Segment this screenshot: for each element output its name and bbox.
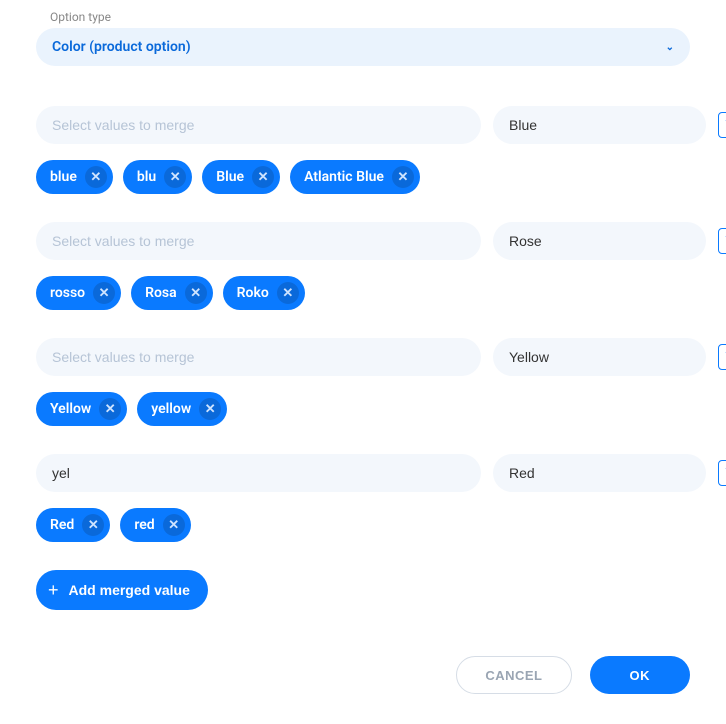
chip-remove-icon[interactable]: ✕ [93, 282, 115, 304]
chip-row: Red ✕ red ✕ [36, 508, 690, 542]
value-chip: Red ✕ [36, 508, 110, 542]
chip-label: Blue [216, 169, 244, 185]
chevron-down-icon: ⌄ [666, 42, 674, 53]
value-chip: blue ✕ [36, 160, 113, 194]
chip-row: Yellow ✕ yellow ✕ [36, 392, 690, 426]
chip-remove-icon[interactable]: ✕ [99, 398, 121, 420]
chip-remove-icon[interactable]: ✕ [185, 282, 207, 304]
delete-group-button[interactable] [718, 344, 726, 370]
chip-row: blue ✕ blu ✕ Blue ✕ Atlantic Blue ✕ [36, 160, 690, 194]
chip-label: blu [137, 169, 156, 185]
merge-group-row [36, 222, 690, 260]
value-chip: Roko ✕ [223, 276, 305, 310]
chip-label: Yellow [50, 401, 91, 417]
plus-icon: + [48, 581, 59, 599]
chip-remove-icon[interactable]: ✕ [392, 166, 414, 188]
add-button-label: Add merged value [69, 582, 190, 598]
merge-group-row [36, 338, 690, 376]
merge-group-row [36, 454, 690, 492]
merge-group: rosso ✕ Rosa ✕ Roko ✕ [36, 222, 690, 310]
chip-label: Rosa [145, 285, 177, 301]
merge-group: Yellow ✕ yellow ✕ [36, 338, 690, 426]
merged-name-input[interactable] [493, 454, 706, 492]
chip-remove-icon[interactable]: ✕ [164, 166, 186, 188]
value-chip: Blue ✕ [202, 160, 280, 194]
chip-label: rosso [50, 285, 85, 301]
delete-group-button[interactable] [718, 228, 726, 254]
option-type-select[interactable]: Color (product option) ⌄ [36, 28, 690, 66]
chip-label: yellow [151, 401, 191, 417]
delete-group-button[interactable] [718, 112, 726, 138]
value-chip: blu ✕ [123, 160, 192, 194]
merge-values-input[interactable] [36, 106, 481, 144]
merged-name-input[interactable] [493, 222, 706, 260]
chip-remove-icon[interactable]: ✕ [82, 514, 104, 536]
value-chip: yellow ✕ [137, 392, 227, 426]
option-type-value: Color (product option) [52, 39, 191, 55]
merged-name-input[interactable] [493, 338, 706, 376]
merge-values-input[interactable] [36, 454, 481, 492]
cancel-button[interactable]: CANCEL [456, 656, 571, 694]
chip-remove-icon[interactable]: ✕ [163, 514, 185, 536]
add-merged-value-button[interactable]: + Add merged value [36, 570, 208, 610]
value-chip: Atlantic Blue ✕ [290, 160, 420, 194]
chip-label: Red [50, 517, 74, 533]
merge-group: blue ✕ blu ✕ Blue ✕ Atlantic Blue ✕ [36, 106, 690, 194]
chip-label: blue [50, 169, 77, 185]
merge-group: Red ✕ red ✕ [36, 454, 690, 542]
option-type-label: Option type [50, 10, 690, 24]
chip-remove-icon[interactable]: ✕ [252, 166, 274, 188]
value-chip: Rosa ✕ [131, 276, 213, 310]
chip-remove-icon[interactable]: ✕ [277, 282, 299, 304]
value-chip: Yellow ✕ [36, 392, 127, 426]
chip-remove-icon[interactable]: ✕ [85, 166, 107, 188]
value-chip: rosso ✕ [36, 276, 121, 310]
merge-values-input[interactable] [36, 222, 481, 260]
merge-values-input[interactable] [36, 338, 481, 376]
merged-name-input[interactable] [493, 106, 706, 144]
merge-group-row [36, 106, 690, 144]
ok-button[interactable]: OK [590, 656, 691, 694]
chip-label: red [134, 517, 154, 533]
chip-row: rosso ✕ Rosa ✕ Roko ✕ [36, 276, 690, 310]
chip-label: Roko [237, 285, 269, 301]
delete-group-button[interactable] [718, 460, 726, 486]
chip-remove-icon[interactable]: ✕ [199, 398, 221, 420]
dialog-footer: CANCEL OK [36, 656, 690, 694]
value-chip: red ✕ [120, 508, 190, 542]
chip-label: Atlantic Blue [304, 169, 384, 185]
